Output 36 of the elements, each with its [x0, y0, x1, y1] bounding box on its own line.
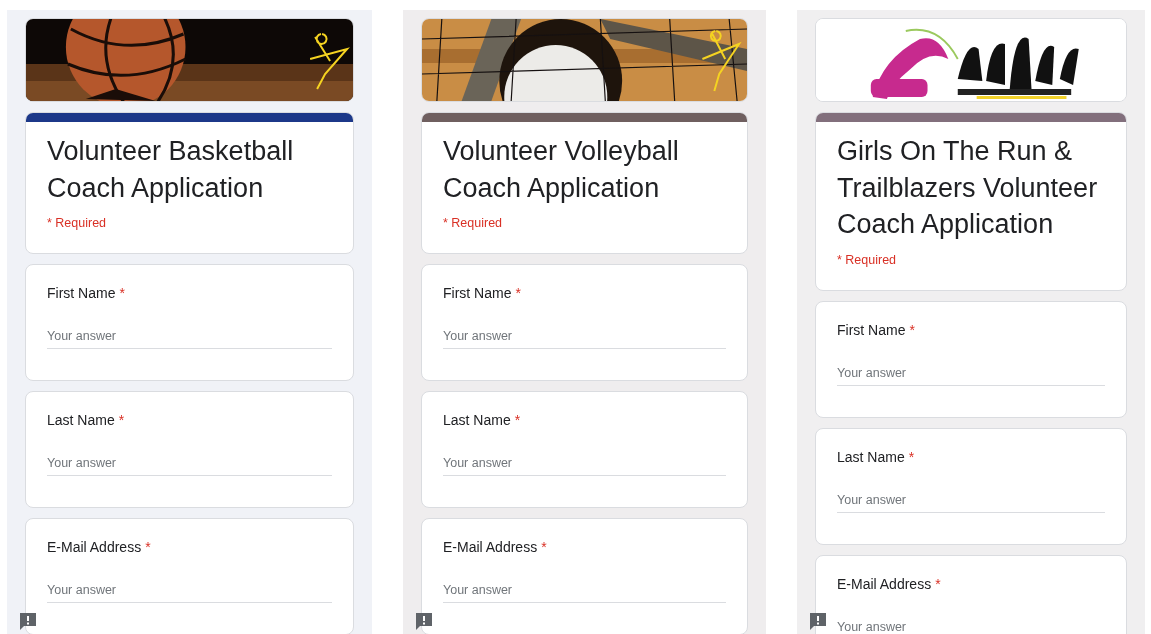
required-asterisk: *: [935, 575, 941, 592]
answer-field[interactable]: Your answer: [837, 365, 1105, 386]
answer-field[interactable]: Your answer: [443, 456, 726, 476]
question-label: E-Mail Address: [837, 575, 932, 592]
required-asterisk: *: [908, 448, 915, 465]
question-label: First Name: [443, 285, 512, 301]
report-icon[interactable]: [19, 612, 37, 630]
question-label: First Name: [47, 285, 116, 301]
question-label: Last Name: [443, 412, 511, 428]
question-label: E-Mail Address: [443, 539, 538, 555]
question-label: E-Mail Address: [47, 539, 142, 555]
form-title: Volunteer Volleyball Coach Application: [443, 135, 680, 205]
required-asterisk: *: [514, 412, 521, 428]
required-note: * Required: [443, 216, 504, 231]
report-icon[interactable]: [809, 612, 827, 630]
required-asterisk: *: [541, 539, 547, 555]
required-asterisk: *: [145, 539, 151, 555]
required-asterisk: *: [909, 321, 915, 338]
answer-field[interactable]: Your answer: [47, 583, 332, 603]
answer-field[interactable]: Your answer: [47, 456, 332, 476]
report-icon[interactable]: [415, 612, 433, 630]
required-asterisk: *: [119, 285, 125, 301]
answer-field[interactable]: Your answer: [837, 619, 1105, 634]
required-asterisk: *: [118, 412, 125, 428]
question-label: Last Name: [47, 412, 115, 428]
answer-field[interactable]: Your answer: [837, 492, 1105, 513]
required-note: * Required: [47, 216, 108, 231]
form-title: Girls On The Run & Trailblazers Volunteer Coach Application: [837, 135, 1099, 241]
answer-field[interactable]: Your answer: [47, 329, 332, 349]
question-label: First Name: [837, 321, 906, 338]
question-label: Last Name: [837, 448, 905, 465]
required-asterisk: *: [515, 285, 521, 301]
required-note: * Required: [837, 252, 898, 268]
answer-field[interactable]: Your answer: [443, 329, 726, 349]
answer-field[interactable]: Your answer: [443, 583, 726, 603]
form-title: Volunteer Basketball Coach Application: [47, 135, 295, 205]
